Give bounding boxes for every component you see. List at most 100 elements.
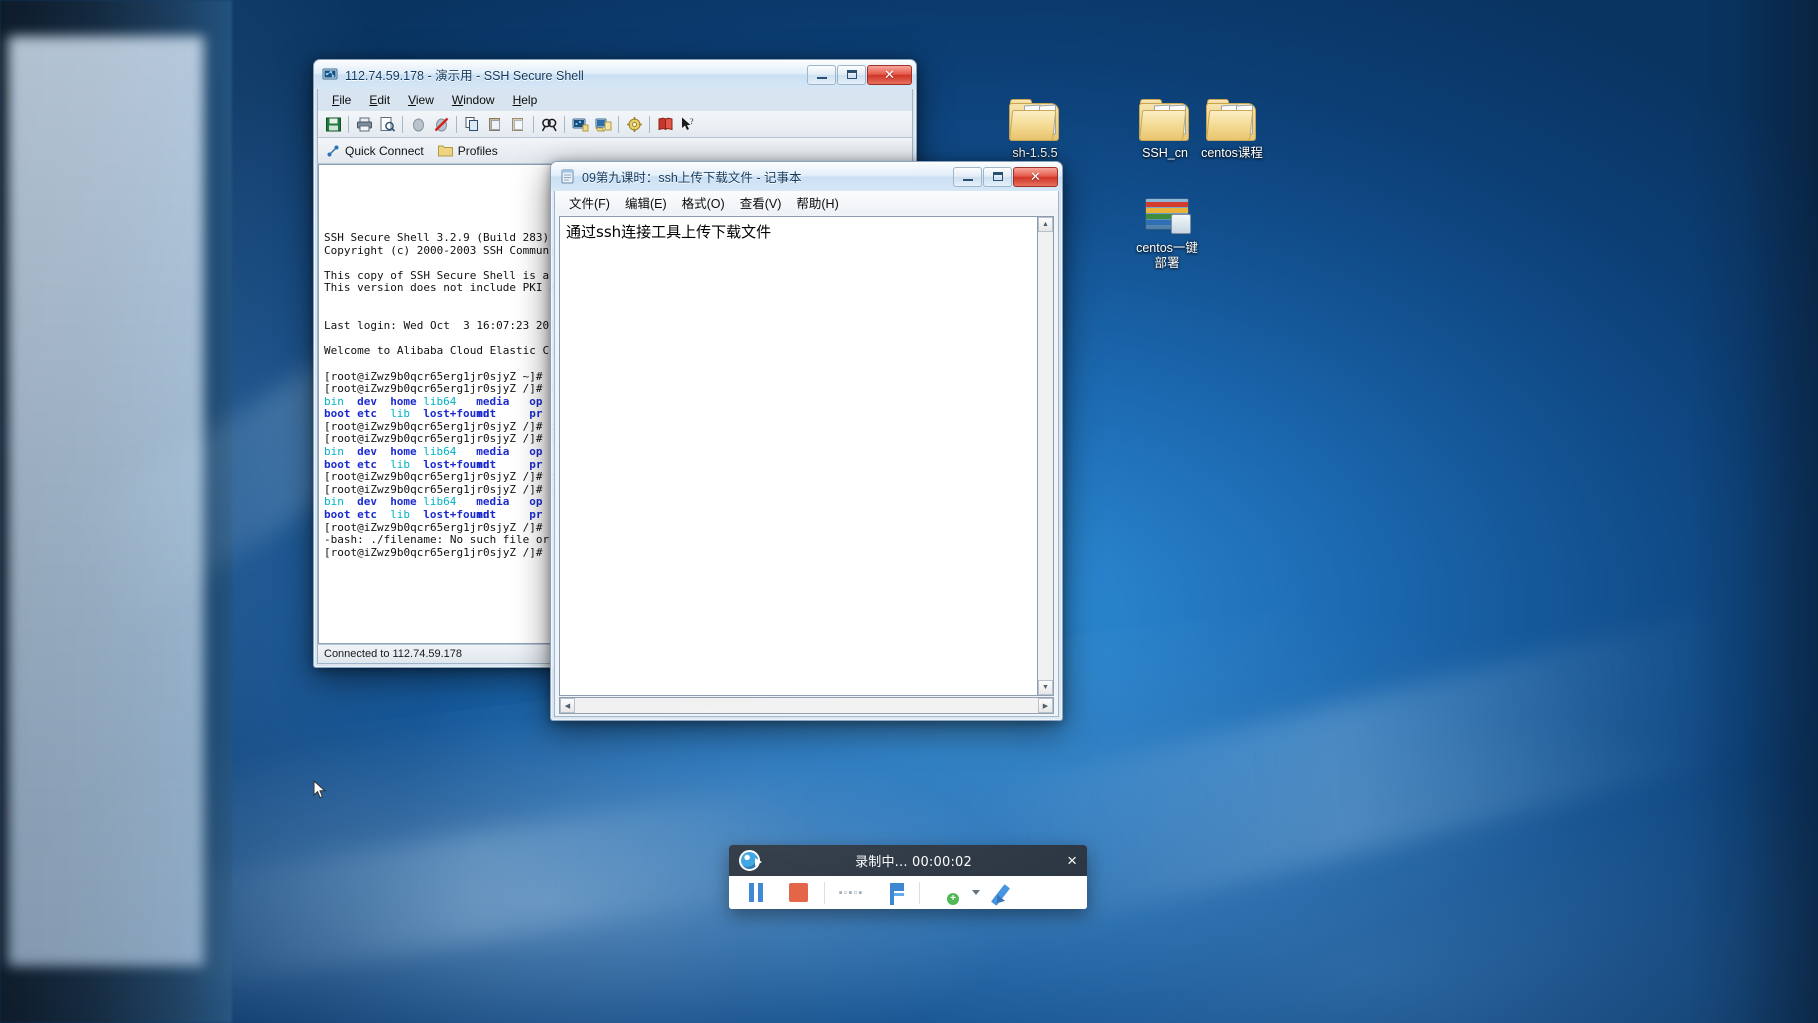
terminal-ls-entry: etc	[357, 457, 377, 471]
print-icon[interactable]	[353, 114, 375, 135]
copy-icon[interactable]	[461, 114, 483, 135]
stop-button[interactable]	[777, 876, 819, 909]
quick-connect-button[interactable]: Quick Connect	[326, 144, 424, 158]
paste2-icon[interactable]	[507, 114, 529, 135]
toolbar-separator	[402, 115, 403, 133]
wallpaper-light-sweep	[973, 610, 1747, 940]
terminal-ls-entry: lib	[390, 508, 411, 522]
screen-left-band-inner	[8, 36, 204, 966]
ssh-menu-file[interactable]: File	[324, 91, 359, 109]
notepad-window[interactable]: 09第九课时：ssh上传下载文件 - 记事本 ✕ 文件(F) 编辑(E) 格式(…	[550, 161, 1063, 721]
webcam-dropdown[interactable]	[967, 876, 985, 909]
notepad-close-button[interactable]: ✕	[1013, 166, 1058, 187]
print-preview-icon[interactable]	[376, 114, 398, 135]
ssh-titlebar[interactable]: 112.74.59.178 - 演示用 - SSH Secure Shell ✕	[314, 60, 916, 89]
connect-icon[interactable]	[407, 114, 429, 135]
recorder-separator	[919, 881, 920, 904]
ssh-maximize-button[interactable]	[837, 64, 866, 85]
new-terminal-icon[interactable]	[569, 114, 591, 135]
scroll-down-arrow[interactable]: ▼	[1038, 680, 1053, 695]
terminal-ls-entry: etc	[357, 508, 377, 522]
terminal-ls-entry: op	[529, 445, 543, 459]
scroll-left-arrow[interactable]: ◀	[560, 698, 575, 713]
screen-recorder-toolbar[interactable]: 录制中... 00:00:02 × ▪▫▪▫▪ +	[729, 845, 1087, 909]
toolbar-separator	[618, 115, 619, 133]
desktop-icon-centos-course[interactable]: centos课程	[1180, 85, 1284, 161]
desktop-icon-label: centos课程	[1201, 146, 1263, 160]
terminal-ls-entry: bin	[324, 445, 344, 459]
terminal-ls-entry: boot	[324, 457, 351, 471]
notepad-maximize-button[interactable]	[983, 166, 1012, 187]
paste-icon[interactable]	[484, 114, 506, 135]
terminal-ls-entry: lib	[390, 457, 411, 471]
profiles-folder-icon	[437, 145, 453, 157]
terminal-ls-entry: pr	[529, 457, 543, 471]
settings-icon[interactable]	[623, 114, 645, 135]
ssh-window-controls[interactable]: ✕	[807, 64, 912, 85]
recorder-tools[interactable]: ▪▫▪▫▪ +	[729, 876, 1087, 909]
notepad-body: 文件(F) 编辑(E) 格式(O) 查看(V) 帮助(H) 通过ssh连接工具上…	[554, 191, 1059, 717]
notepad-horizontal-scrollbar[interactable]: ◀ ▶	[559, 697, 1054, 714]
terminal-ls-entry: home	[390, 445, 417, 459]
notepad-window-controls[interactable]: ✕	[953, 166, 1058, 187]
terminal-ls-entry: pr	[529, 508, 543, 522]
scroll-right-arrow[interactable]: ▶	[1038, 698, 1053, 713]
desktop-icon-label: centos一键 部署	[1136, 241, 1198, 270]
profiles-button[interactable]: Profiles	[437, 144, 498, 158]
application-icon	[1115, 180, 1219, 236]
scroll-up-arrow[interactable]: ▲	[1038, 217, 1053, 232]
notepad-menu-help[interactable]: 帮助(H)	[790, 191, 844, 214]
recorder-close-button[interactable]: ×	[1067, 852, 1077, 869]
terminal-ls-entry: mnt	[476, 508, 497, 522]
recorder-header[interactable]: 录制中... 00:00:02 ×	[729, 845, 1087, 876]
help-book-icon[interactable]	[654, 114, 676, 135]
notepad-text-area-wrap: 通过ssh连接工具上传下载文件 ▲ ▼ ◀ ▶	[555, 214, 1058, 716]
more-options-button[interactable]: ▪▫▪▫▪	[830, 876, 872, 909]
terminal-ls-entry: mnt	[476, 457, 497, 471]
annotate-button[interactable]	[985, 876, 1027, 909]
notepad-minimize-button[interactable]	[953, 166, 982, 187]
disconnect-icon[interactable]	[430, 114, 452, 135]
notepad-menu-file[interactable]: 文件(F)	[563, 191, 616, 214]
notepad-menu-view[interactable]: 查看(V)	[734, 191, 788, 214]
desktop-icon-centos-oneclick-deploy[interactable]: centos一键 部署	[1115, 180, 1219, 271]
ssh-menu-view[interactable]: View	[400, 91, 442, 109]
desktop[interactable]: sh-1.5.5 SSH_cn centos课程 centos一键 部署 112…	[0, 0, 1818, 1023]
ssh-menu-edit[interactable]: Edit	[361, 91, 398, 109]
notepad-vertical-scrollbar[interactable]: ▲ ▼	[1037, 216, 1054, 696]
ssh-toolbar[interactable]: ?	[318, 111, 912, 138]
camera-icon	[739, 850, 762, 871]
file-transfer-icon[interactable]	[592, 114, 614, 135]
terminal-ls-entry: mnt	[476, 407, 497, 421]
ssh-menubar[interactable]: File Edit View Window Help	[318, 89, 912, 111]
notepad-titlebar[interactable]: 09第九课时：ssh上传下载文件 - 记事本 ✕	[551, 162, 1062, 191]
desktop-icon-sh-155[interactable]: sh-1.5.5	[983, 85, 1087, 161]
notepad-menu-edit[interactable]: 编辑(E)	[619, 191, 673, 214]
context-help-icon[interactable]: ?	[677, 114, 699, 135]
notepad-menubar[interactable]: 文件(F) 编辑(E) 格式(O) 查看(V) 帮助(H)	[555, 191, 1058, 214]
quick-connect-icon	[327, 145, 339, 156]
toolbar-separator	[649, 115, 650, 133]
notepad-text-area[interactable]: 通过ssh连接工具上传下载文件	[559, 216, 1038, 696]
ssh-status-text: Connected to 112.74.59.178	[324, 648, 463, 660]
svg-text:?: ?	[690, 117, 694, 126]
marker-button[interactable]	[872, 876, 914, 909]
folder-icon	[1180, 85, 1284, 141]
save-icon[interactable]	[322, 114, 344, 135]
desktop-icon-label: sh-1.5.5	[1012, 146, 1058, 160]
toolbar-separator	[533, 115, 534, 133]
ssh-menu-window[interactable]: Window	[444, 91, 503, 109]
find-icon[interactable]	[538, 114, 560, 135]
pause-button[interactable]	[735, 876, 777, 909]
notepad-menu-format[interactable]: 格式(O)	[676, 191, 731, 214]
ssh-minimize-button[interactable]	[807, 64, 836, 85]
webcam-button[interactable]: +	[925, 876, 967, 909]
stop-icon	[788, 883, 808, 902]
folder-icon	[983, 85, 1087, 141]
ssh-menu-help[interactable]: Help	[505, 91, 546, 109]
wallpaper-light-sweep	[175, 782, 805, 988]
toolbar-separator	[564, 115, 565, 133]
notepad-icon	[559, 168, 576, 185]
terminal-ls-entry: etc	[357, 407, 377, 421]
ssh-close-button[interactable]: ✕	[867, 64, 912, 85]
